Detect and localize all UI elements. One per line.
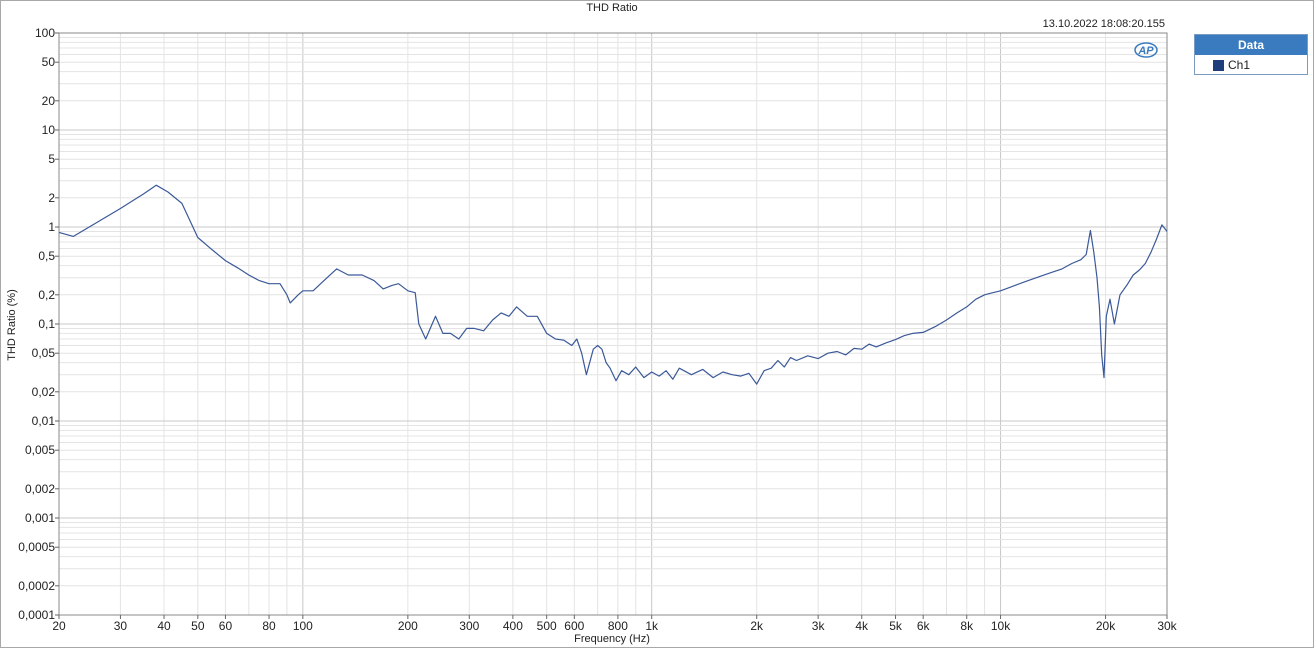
chart-title: THD Ratio [586, 2, 637, 14]
y-tick-label: 0,01 [32, 414, 56, 428]
x-tick-label: 300 [459, 619, 479, 633]
y-tick-label: 0,0002 [18, 579, 55, 593]
x-tick-label: 30 [114, 619, 128, 633]
y-tick-label: 0,5 [38, 249, 55, 263]
x-tick-label: 800 [608, 619, 628, 633]
y-tick-label: 2 [48, 191, 55, 205]
y-tick-label: 20 [42, 94, 56, 108]
x-axis-ticks: 20 30 40 50 60 80 100 200 300 400 500 600 800 1k 2k 3k 4… [52, 615, 1178, 633]
legend-header: Data [1195, 35, 1307, 55]
y-tick-label: 0,002 [25, 482, 55, 496]
y-axis-label: THD Ratio (%) [6, 289, 18, 361]
x-tick-label: 100 [293, 619, 313, 633]
x-tick-label: 80 [262, 619, 276, 633]
y-tick-label: 0,2 [38, 288, 55, 302]
y-tick-label: 0,02 [32, 385, 56, 399]
y-axis-ticks: 100 50 20 10 5 2 1 0,5 0,2 0,1 0,05 0,02 0,01 0,005 0,… [18, 26, 59, 622]
x-tick-label: 5k [889, 619, 903, 633]
y-tick-label: 0,1 [38, 317, 55, 331]
x-tick-label: 10k [991, 619, 1011, 633]
x-tick-label: 8k [960, 619, 974, 633]
x-tick-label: 200 [398, 619, 418, 633]
x-tick-label: 30k [1157, 619, 1177, 633]
legend: Data Ch1 [1194, 34, 1308, 75]
y-tick-label: 5 [48, 152, 55, 166]
y-tick-label: 0,001 [25, 511, 55, 525]
logo-text: AP [1137, 45, 1154, 57]
legend-swatch-icon [1213, 59, 1224, 71]
grid [58, 33, 1168, 616]
x-tick-label: 500 [537, 619, 557, 633]
y-tick-label: 10 [42, 123, 56, 137]
y-tick-label: 50 [42, 55, 56, 69]
timestamp: 13.10.2022 18:08:20.155 [1043, 18, 1165, 30]
x-tick-label: 60 [219, 619, 233, 633]
x-tick-label: 1k [645, 619, 659, 633]
x-tick-label: 3k [812, 619, 826, 633]
x-axis-label: Frequency (Hz) [574, 633, 650, 645]
x-tick-label: 50 [191, 619, 205, 633]
x-tick-label: 40 [157, 619, 171, 633]
chart-svg: THD Ratio 13.10.2022 18:08:20.155 20 30 40… [6, 2, 1178, 645]
x-tick-label: 2k [750, 619, 764, 633]
x-tick-label: 6k [917, 619, 931, 633]
y-tick-label: 1 [48, 220, 55, 234]
y-tick-label: 0,0005 [18, 540, 55, 554]
y-tick-label: 0,05 [32, 346, 56, 360]
y-tick-label: 0,0001 [18, 608, 55, 622]
x-tick-label: 400 [503, 619, 523, 633]
x-tick-label: 600 [564, 619, 584, 633]
y-tick-label: 0,005 [25, 443, 55, 457]
y-tick-label: 100 [35, 26, 55, 40]
x-tick-label: 20k [1096, 619, 1116, 633]
ap-logo-icon: AP [1134, 42, 1158, 58]
legend-item-ch1[interactable]: Ch1 [1195, 55, 1307, 75]
x-tick-label: 4k [855, 619, 869, 633]
legend-item-label: Ch1 [1228, 58, 1251, 72]
